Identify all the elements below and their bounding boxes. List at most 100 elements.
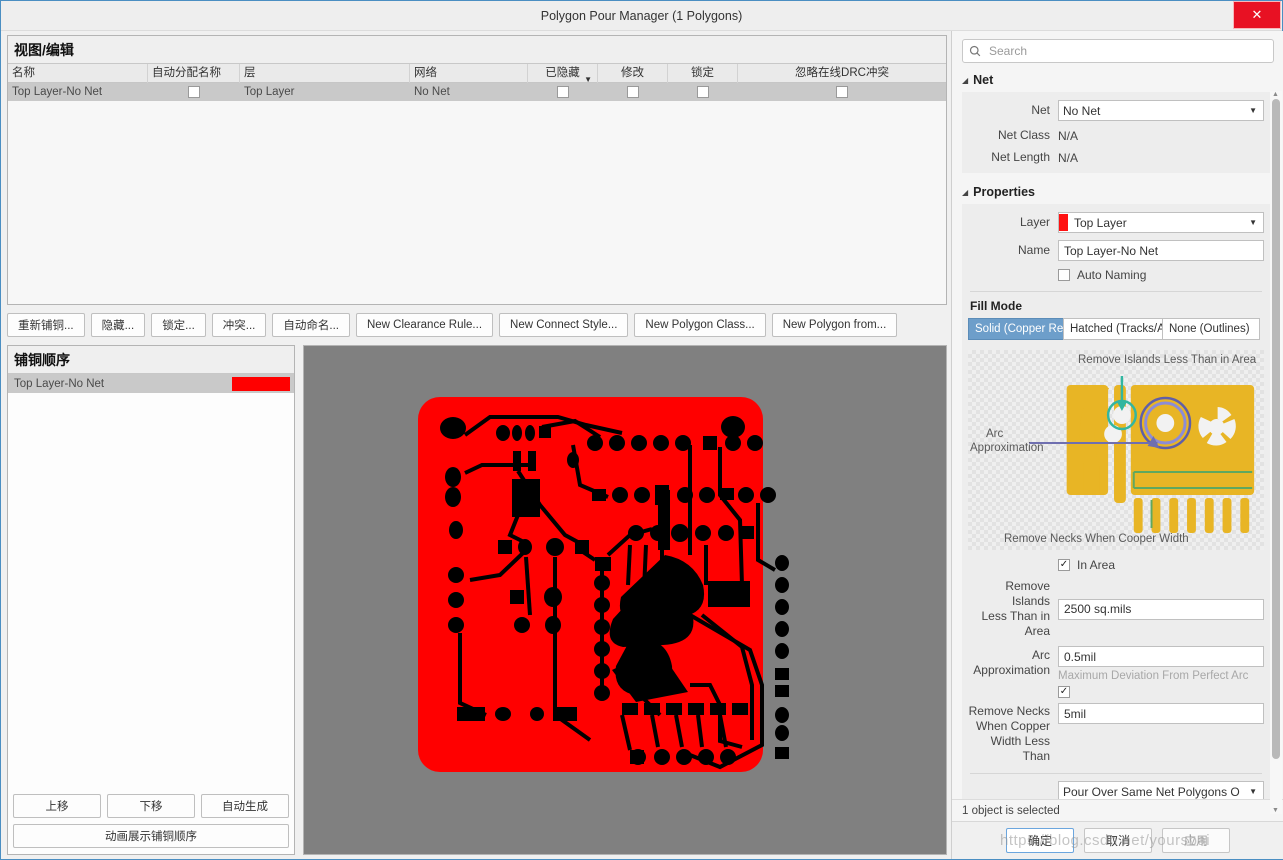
- layer-select-value: Top Layer: [1074, 215, 1127, 230]
- column-header-layer[interactable]: 层: [240, 63, 410, 83]
- status-text: 1 object is selected: [962, 804, 1060, 817]
- close-icon[interactable]: ✕: [1233, 1, 1281, 29]
- search-area: [952, 31, 1283, 69]
- list-item[interactable]: Top Layer-No Net: [8, 374, 294, 393]
- polygon-pour-manager-dialog: Polygon Pour Manager (1 Polygons) ✕ 视图/编…: [0, 0, 1283, 860]
- scrollbar-thumb[interactable]: [1272, 99, 1280, 759]
- scroll-up-arrow-icon[interactable]: ▲: [1272, 91, 1279, 98]
- new-connect-style-button[interactable]: New Connect Style...: [499, 313, 629, 337]
- pour-order-buttons: 上移 下移 自动生成 动画展示铺铜顺序: [8, 788, 294, 854]
- fill-mode-none[interactable]: None (Outlines): [1162, 318, 1260, 340]
- ok-button[interactable]: 确定: [1006, 828, 1074, 853]
- auto-name-checkbox[interactable]: [188, 86, 200, 98]
- move-up-button[interactable]: 上移: [13, 794, 101, 818]
- name-label: Name: [1017, 243, 1050, 257]
- move-down-button[interactable]: 下移: [107, 794, 195, 818]
- chevron-down-icon[interactable]: ▼: [1249, 218, 1257, 227]
- name-input[interactable]: Top Layer-No Net: [1058, 240, 1264, 261]
- auto-name-button[interactable]: 自动命名...: [272, 313, 350, 337]
- chevron-down-icon[interactable]: ▼: [584, 70, 592, 83]
- properties-scrollbar[interactable]: ▲ ▼: [1270, 91, 1282, 814]
- cell-locked[interactable]: [668, 83, 738, 101]
- properties-panel: ◢ Net Net No Net ▼ Net Clas: [951, 31, 1283, 859]
- cell-auto-name[interactable]: [148, 83, 240, 101]
- auto-generate-button[interactable]: 自动生成: [201, 794, 289, 818]
- illustration-label-necks: Remove Necks When Cooper Width: [1004, 533, 1189, 545]
- auto-naming-checkbox[interactable]: [1058, 269, 1070, 281]
- net-field-row: Net No Net ▼: [968, 100, 1264, 121]
- arc-label-line2: Approximation: [973, 663, 1050, 677]
- table-row[interactable]: Top Layer-No Net Top Layer No Net: [8, 83, 946, 101]
- search-input[interactable]: [987, 43, 1267, 59]
- collapse-triangle-icon[interactable]: ◢: [962, 188, 968, 197]
- column-header-ignore-drc[interactable]: 忽略在线DRC冲突: [738, 64, 946, 83]
- net-section-title[interactable]: ◢ Net: [962, 73, 1270, 87]
- apply-button[interactable]: 应用: [1162, 828, 1230, 853]
- column-header-net[interactable]: 网络: [410, 63, 528, 83]
- chevron-down-icon[interactable]: ▼: [1249, 106, 1257, 115]
- cell-modified[interactable]: [598, 83, 668, 101]
- cell-hidden[interactable]: [528, 83, 598, 101]
- remove-islands-row: Remove Islands Less Than in Area 2500 sq…: [968, 579, 1264, 639]
- scroll-down-arrow-icon[interactable]: ▼: [1272, 807, 1279, 814]
- dialog-body: 视图/编辑 名称 自动分配名称 层 网络 已隐藏 ▼ 修改 锁定 忽略在线DRC…: [1, 31, 1283, 859]
- pour-over-row: Pour Over Same Net Polygons O ▼: [968, 781, 1264, 799]
- net-select[interactable]: No Net ▼: [1058, 100, 1264, 121]
- pcb-preview-image: [418, 397, 789, 772]
- hide-button[interactable]: 隐藏...: [90, 313, 146, 337]
- pour-over-select[interactable]: Pour Over Same Net Polygons O ▼: [1058, 781, 1264, 799]
- name-row: Name Top Layer-No Net: [968, 240, 1264, 261]
- table-header-row: 名称 自动分配名称 层 网络 已隐藏 ▼ 修改 锁定 忽略在线DRC冲突: [8, 63, 946, 83]
- remove-islands-label-line2: Less Than in Area: [981, 609, 1051, 638]
- remove-islands-input[interactable]: 2500 sq.mils: [1058, 598, 1264, 620]
- conflict-button[interactable]: 冲突...: [211, 313, 267, 337]
- column-header-hidden-label: 已隐藏: [545, 66, 580, 79]
- left-region: 视图/编辑 名称 自动分配名称 层 网络 已隐藏 ▼ 修改 锁定 忽略在线DRC…: [1, 31, 951, 859]
- search-box[interactable]: [962, 39, 1274, 63]
- in-area-checkbox[interactable]: [1058, 559, 1070, 571]
- cell-ignore-drc[interactable]: [738, 83, 946, 101]
- search-icon: [969, 45, 981, 57]
- net-select-value: No Net: [1063, 103, 1101, 118]
- layer-select[interactable]: Top Layer ▼: [1058, 212, 1264, 233]
- fill-mode-hatched[interactable]: Hatched (Tracks/Arcs): [1063, 318, 1163, 340]
- remove-necks-input[interactable]: 5mil: [1058, 703, 1264, 724]
- repour-button[interactable]: 重新铺铜...: [7, 313, 85, 337]
- column-header-hidden[interactable]: 已隐藏 ▼: [528, 63, 598, 83]
- illustration-label-islands: Remove Islands Less Than in Area: [1078, 354, 1257, 366]
- remove-necks-checkbox[interactable]: [1058, 686, 1070, 698]
- properties-section-label: Properties: [973, 185, 1035, 199]
- section-divider: [970, 291, 1262, 292]
- new-polygon-from-button[interactable]: New Polygon from...: [771, 313, 898, 337]
- pour-order-list[interactable]: Top Layer-No Net: [8, 374, 294, 788]
- action-button-row: 重新铺铜... 隐藏... 锁定... 冲突... 自动命名... New Cl…: [7, 313, 947, 337]
- name-input-value: Top Layer-No Net: [1064, 243, 1159, 258]
- color-swatch: [232, 376, 290, 391]
- fill-mode-solid[interactable]: Solid (Copper Regions): [968, 318, 1064, 340]
- column-header-modified[interactable]: 修改: [598, 63, 668, 83]
- animate-pour-order-button[interactable]: 动画展示铺铜顺序: [13, 824, 289, 848]
- arc-approximation-input[interactable]: 0.5mil: [1058, 646, 1264, 667]
- lock-button[interactable]: 锁定...: [151, 313, 206, 337]
- window-title: Polygon Pour Manager (1 Polygons): [540, 8, 743, 23]
- pcb-preview[interactable]: [303, 345, 947, 855]
- auto-naming-row: Auto Naming: [968, 268, 1264, 282]
- illustration-label-arc-2: Approximation: [970, 442, 1044, 454]
- properties-section-title[interactable]: ◢ Properties: [962, 185, 1270, 199]
- new-clearance-rule-button[interactable]: New Clearance Rule...: [355, 313, 494, 337]
- chevron-down-icon[interactable]: ▼: [1249, 787, 1257, 796]
- cell-net: No Net: [414, 86, 450, 98]
- modified-checkbox[interactable]: [627, 86, 639, 98]
- lower-left-region: 铺铜顺序 Top Layer-No Net 上移 下移 自动生成 动画展示铺铜顺…: [7, 345, 947, 855]
- locked-checkbox[interactable]: [697, 86, 709, 98]
- column-header-locked[interactable]: 锁定: [668, 63, 738, 83]
- column-header-auto-name[interactable]: 自动分配名称: [148, 63, 240, 83]
- cancel-button[interactable]: 取消: [1084, 828, 1152, 853]
- collapse-triangle-icon[interactable]: ◢: [962, 76, 968, 85]
- column-header-name[interactable]: 名称: [8, 63, 148, 83]
- hidden-checkbox[interactable]: [557, 86, 569, 98]
- new-polygon-class-button[interactable]: New Polygon Class...: [634, 313, 766, 337]
- necks-label-line3: Width Less Than: [990, 734, 1050, 763]
- net-label: Net: [1031, 103, 1050, 117]
- ignore-drc-checkbox[interactable]: [836, 86, 848, 98]
